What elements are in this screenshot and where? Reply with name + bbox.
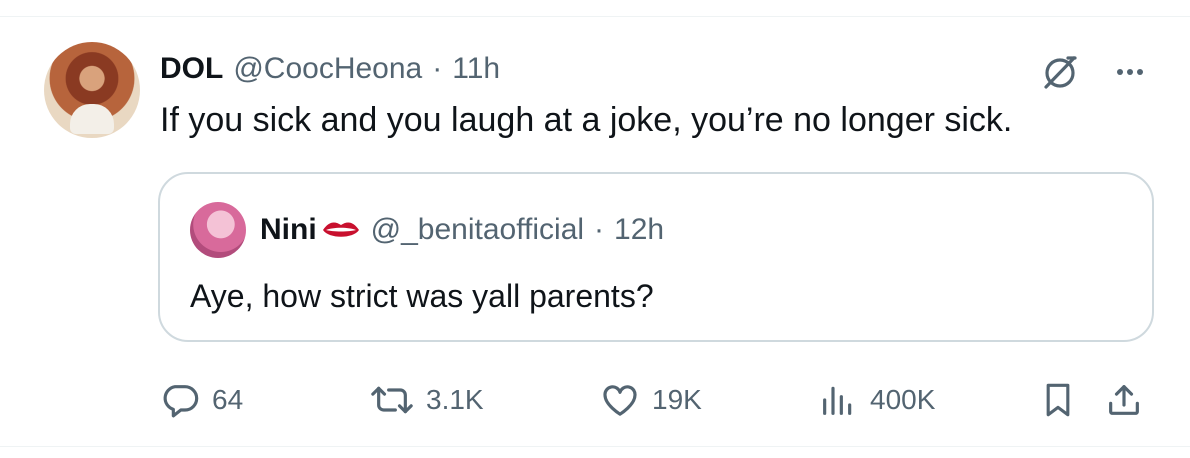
separator-dot: · [594,213,605,246]
views-icon [818,380,858,420]
repost-button[interactable]: 3.1K [370,374,484,426]
views-button[interactable]: 400K [818,374,935,426]
author-handle[interactable]: @CoocHeona [233,52,422,86]
action-bar: 64 3.1K 19K 400K [0,374,1190,426]
like-button[interactable]: 19K [600,374,702,426]
repost-icon [370,380,414,420]
quoted-author-handle[interactable]: @_benitaofficial [371,213,584,247]
more-icon[interactable] [1108,52,1152,92]
views-count: 400K [870,384,936,415]
grok-icon[interactable] [1038,50,1082,94]
quoted-text: Aye, how strict was yall parents? [190,278,654,314]
reply-icon [160,380,200,420]
separator-dot: · [432,52,443,85]
quoted-timestamp[interactable]: 12h [614,213,664,247]
repost-count: 3.1K [426,384,484,415]
like-count: 19K [652,384,702,415]
tweet-timestamp[interactable]: 11h [452,52,500,86]
reply-button[interactable]: 64 [160,374,243,426]
quoted-author-name[interactable]: Nini [260,213,317,247]
avatar[interactable] [44,42,140,138]
tweet-text: If you sick and you laugh at a joke, you… [160,101,1013,139]
tweet-header: DOL @CoocHeona · 11h [160,50,500,88]
reply-count: 64 [212,384,244,415]
bookmark-icon [1040,380,1076,420]
top-divider [0,16,1190,17]
quoted-header: Nini @_benitaofficial · 12h [260,208,664,252]
author-name[interactable]: DOL [160,52,223,86]
quoted-avatar[interactable] [190,202,246,258]
bottom-divider [0,446,1190,447]
lips-emoji-icon [321,218,361,242]
bookmark-button[interactable] [1040,374,1076,426]
quoted-tweet[interactable]: Nini @_benitaofficial · 12h Aye, how str… [158,172,1154,342]
share-icon [1104,380,1144,420]
share-button[interactable] [1104,374,1144,426]
heart-icon [600,380,640,420]
